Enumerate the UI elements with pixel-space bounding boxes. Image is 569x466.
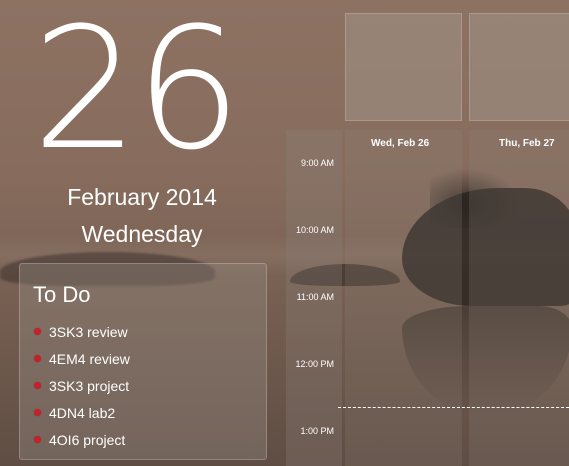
todo-panel: To Do 3SK3 review 4EM4 review 3SK3 proje… <box>19 263 267 460</box>
day-number: 26 <box>32 0 242 187</box>
bullet-icon <box>34 328 41 335</box>
time-label: 11:00 AM <box>296 292 334 302</box>
allday-cell-thu[interactable] <box>469 13 569 121</box>
time-label: 10:00 AM <box>295 225 334 235</box>
todo-item-label: 4EM4 review <box>49 350 130 367</box>
current-time-indicator <box>338 407 569 408</box>
todo-list: 3SK3 review 4EM4 review 3SK3 project 4DN… <box>34 318 130 453</box>
todo-title: To Do <box>33 282 91 307</box>
todo-item[interactable]: 4OI6 project <box>34 426 130 453</box>
day-header-thu[interactable]: Thu, Feb 27 <box>499 138 555 149</box>
time-label: 1:00 PM <box>300 426 334 436</box>
bullet-icon <box>34 382 41 389</box>
time-label: 12:00 PM <box>295 359 334 369</box>
todo-item[interactable]: 4EM4 review <box>34 345 130 372</box>
bullet-icon <box>34 409 41 416</box>
todo-item-label: 4DN4 lab2 <box>49 404 116 421</box>
todo-item[interactable]: 4DN4 lab2 <box>34 399 130 426</box>
todo-item[interactable]: 3SK3 project <box>34 372 130 399</box>
day-column-thu[interactable] <box>469 130 569 466</box>
bullet-icon <box>34 436 41 443</box>
weekday-label: Wednesday <box>81 221 203 247</box>
todo-item-label: 3SK3 review <box>49 323 128 340</box>
time-label: 9:00 AM <box>300 158 334 168</box>
day-column-wed[interactable] <box>345 130 462 466</box>
month-year-label: February 2014 <box>67 184 217 210</box>
todo-item-label: 3SK3 project <box>49 377 130 394</box>
bullet-icon <box>34 355 41 362</box>
allday-cell-wed[interactable] <box>345 13 462 121</box>
todo-item[interactable]: 3SK3 review <box>34 318 130 345</box>
todo-item-label: 4OI6 project <box>49 431 126 448</box>
day-header-wed[interactable]: Wed, Feb 26 <box>371 138 429 149</box>
